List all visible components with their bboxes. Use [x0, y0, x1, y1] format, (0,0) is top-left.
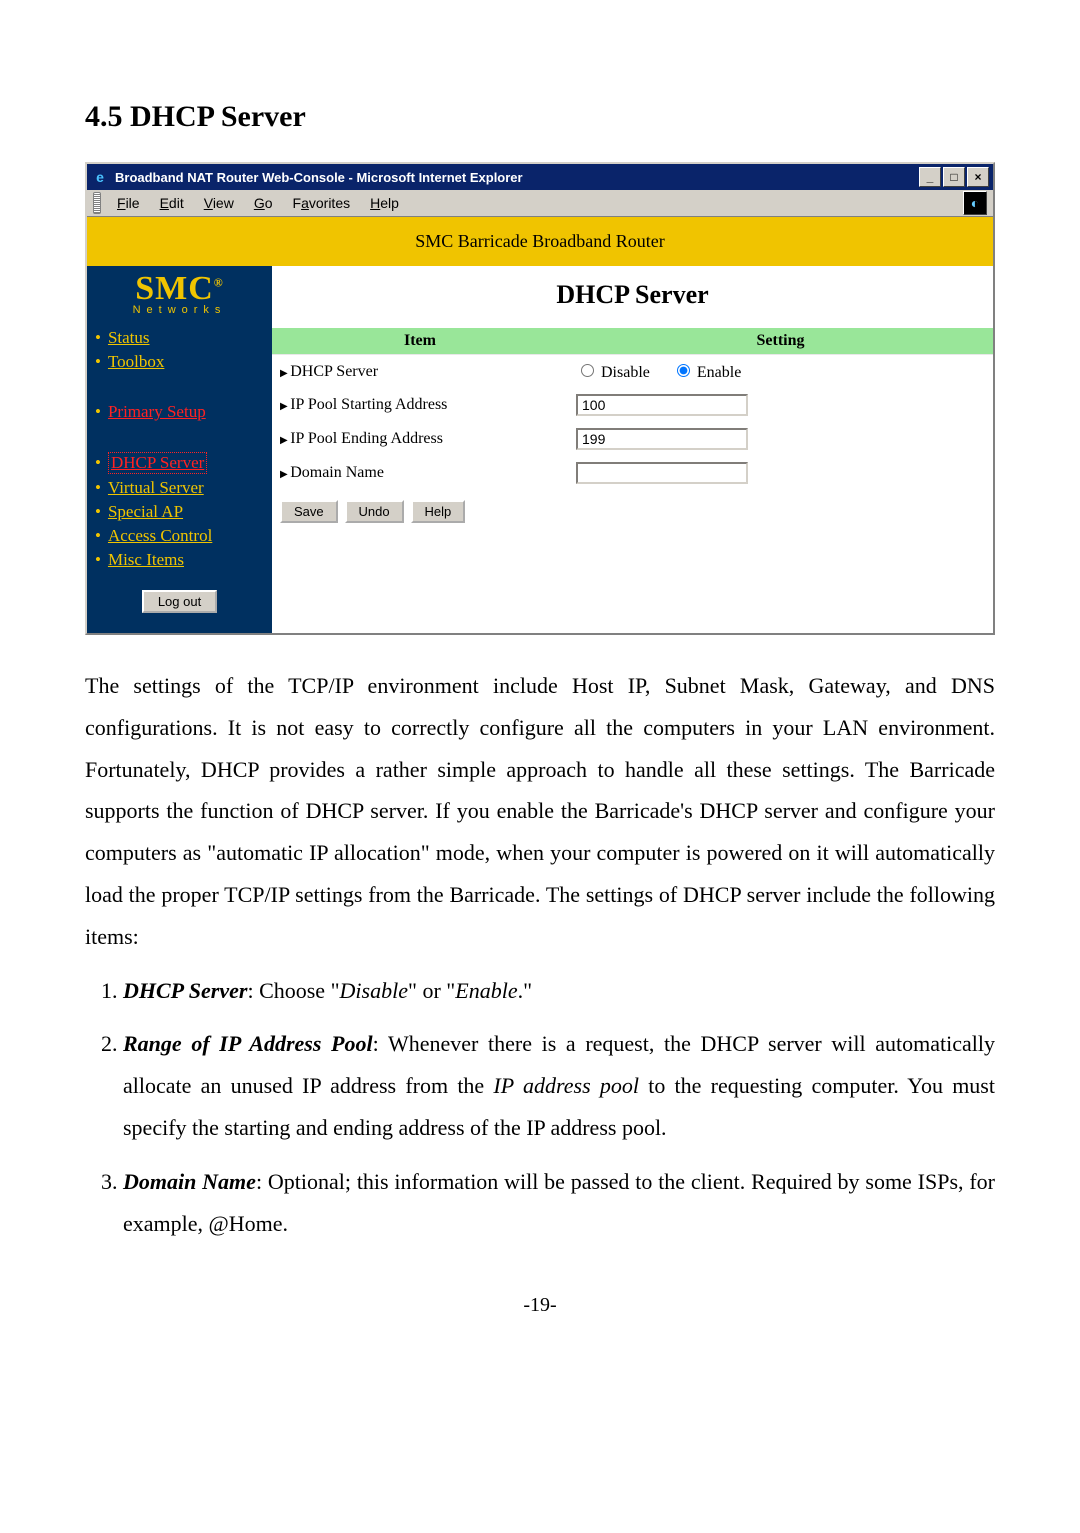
- doc-paragraph: The settings of the TCP/IP environment i…: [85, 665, 995, 958]
- nav-misc-items[interactable]: Misc Items: [108, 550, 184, 570]
- save-button[interactable]: Save: [280, 500, 338, 523]
- table-row: IP Pool Ending Address: [272, 422, 993, 456]
- nav-list: Status Toolbox: [87, 318, 272, 374]
- radio-disable-label[interactable]: Disable: [576, 364, 650, 381]
- item-domain-name: Domain Name: [272, 456, 568, 490]
- menu-favorites-label: vorites: [309, 195, 350, 211]
- term-ip-pool: Range of IP Address Pool: [123, 1031, 373, 1056]
- nav-dhcp-server[interactable]: DHCP Server: [108, 452, 207, 474]
- enable-text: Enable: [697, 364, 741, 381]
- nav-virtual-server[interactable]: Virtual Server: [108, 478, 204, 498]
- ie-window: e Broadband NAT Router Web-Console - Mic…: [85, 162, 995, 635]
- table-row: Domain Name: [272, 456, 993, 490]
- term-domain-name: Domain Name: [123, 1169, 256, 1194]
- text: : Choose ": [247, 978, 339, 1003]
- menu-view[interactable]: View: [194, 193, 244, 213]
- menu-favorites[interactable]: Favorites: [283, 193, 361, 213]
- domain-name-input[interactable]: [576, 462, 748, 484]
- nav-primary-setup[interactable]: Primary Setup: [108, 402, 206, 422]
- text: .": [518, 978, 532, 1003]
- menu-edit-label: dit: [169, 195, 184, 211]
- page-number: -19-: [85, 1294, 995, 1317]
- help-button[interactable]: Help: [411, 500, 466, 523]
- list-item: Domain Name: Optional; this information …: [123, 1161, 995, 1245]
- nav-status[interactable]: Status: [108, 328, 150, 348]
- menu-edit[interactable]: Edit: [150, 193, 194, 213]
- item-ip-end: IP Pool Ending Address: [272, 422, 568, 456]
- item-dhcp-server: DHCP Server: [272, 355, 568, 389]
- ie-throbber-icon: ◐: [963, 191, 987, 215]
- menu-help[interactable]: Help: [360, 193, 409, 213]
- close-button[interactable]: ×: [967, 167, 989, 187]
- table-row: IP Pool Starting Address: [272, 388, 993, 422]
- undo-button[interactable]: Undo: [345, 500, 404, 523]
- menu-go[interactable]: Go: [244, 193, 283, 213]
- em-enable: Enable: [455, 978, 517, 1003]
- window-titlebar: e Broadband NAT Router Web-Console - Mic…: [87, 164, 993, 190]
- menubar: File Edit View Go Favorites Help ◐: [87, 190, 993, 217]
- menu-go-label: o: [265, 195, 273, 211]
- content-area: DHCP Server Item Setting DHCP Server Dis…: [272, 266, 993, 633]
- logo-main: SMC®: [87, 272, 272, 306]
- logo: SMC® Networks: [87, 266, 272, 318]
- menu-view-label: iew: [213, 195, 234, 211]
- ip-end-input[interactable]: [576, 428, 748, 450]
- menu-file[interactable]: File: [107, 193, 150, 213]
- router-banner: SMC Barricade Broadband Router: [87, 217, 993, 266]
- header-item: Item: [272, 328, 568, 355]
- list-item: DHCP Server: Choose "Disable" or "Enable…: [123, 970, 995, 1012]
- text: " or ": [408, 978, 455, 1003]
- nav-access-control[interactable]: Access Control: [108, 526, 212, 546]
- ip-start-input[interactable]: [576, 394, 748, 416]
- radio-enable-label[interactable]: Enable: [672, 364, 741, 381]
- section-heading: 4.5 DHCP Server: [85, 100, 995, 134]
- content-title: DHCP Server: [272, 266, 993, 328]
- window-title: Broadband NAT Router Web-Console - Micro…: [115, 170, 919, 185]
- action-bar: Save Undo Help: [272, 490, 993, 533]
- logo-subtitle: Networks: [87, 304, 272, 316]
- em-disable: Disable: [340, 978, 408, 1003]
- radio-enable[interactable]: [677, 364, 690, 377]
- minimize-button[interactable]: _: [919, 167, 941, 187]
- router-page: SMC Barricade Broadband Router SMC® Netw…: [87, 217, 993, 633]
- nav-list-2: Primary Setup: [87, 392, 272, 424]
- logout-button[interactable]: Log out: [142, 590, 217, 613]
- nav-list-3: DHCP Server Virtual Server Special AP Ac…: [87, 442, 272, 572]
- em-ip-pool: IP address pool: [493, 1073, 639, 1098]
- list-item: Range of IP Address Pool: Whenever there…: [123, 1023, 995, 1148]
- header-setting: Setting: [568, 328, 993, 355]
- item-ip-start: IP Pool Starting Address: [272, 388, 568, 422]
- radio-disable[interactable]: [581, 364, 594, 377]
- menu-file-label: ile: [126, 195, 140, 211]
- maximize-button[interactable]: □: [943, 167, 965, 187]
- table-row: DHCP Server Disable Enable: [272, 355, 993, 389]
- doc-list: DHCP Server: Choose "Disable" or "Enable…: [85, 970, 995, 1245]
- ie-app-icon: e: [91, 168, 109, 186]
- sidebar: SMC® Networks Status Toolbox Primary Set…: [87, 266, 272, 633]
- settings-table: Item Setting DHCP Server Disable Enable …: [272, 328, 993, 490]
- nav-special-ap[interactable]: Special AP: [108, 502, 183, 522]
- menu-help-label: elp: [380, 195, 399, 211]
- nav-toolbox[interactable]: Toolbox: [108, 352, 164, 372]
- disable-text: Disable: [601, 364, 650, 381]
- term-dhcp-server: DHCP Server: [123, 978, 247, 1003]
